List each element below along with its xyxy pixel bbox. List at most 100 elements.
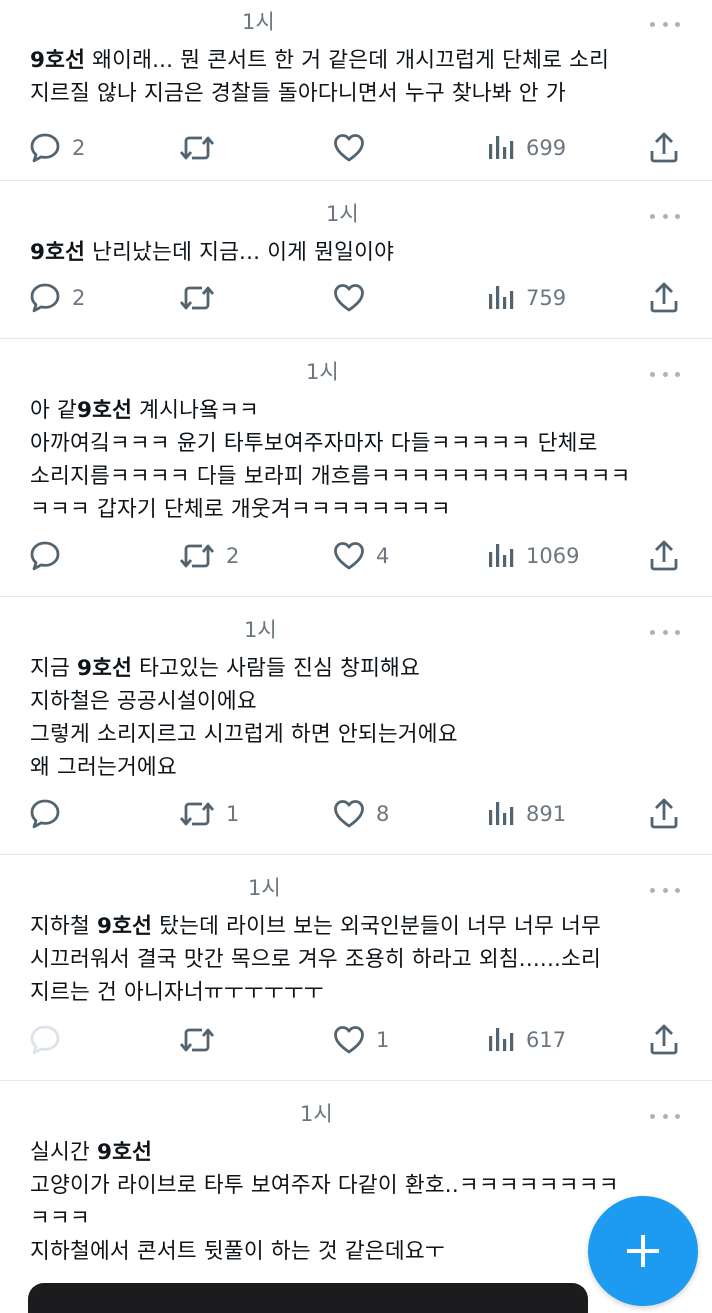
- share-button[interactable]: [648, 794, 680, 834]
- text-segment: 타고있는 사람들 진심 창피해요: [132, 656, 421, 681]
- tweet-text: 실시간 9호선고양이가 라이브로 타투 보여주자 다같이 환호..ㅋㅋㅋㅋㅋㅋㅋ…: [30, 1136, 678, 1268]
- tweet-actions: 2 4 1069: [0, 536, 712, 576]
- reply-icon: [28, 1023, 62, 1057]
- tweet-actions: 1 8 891: [0, 794, 712, 834]
- share-button[interactable]: [648, 1020, 680, 1060]
- text-segment: 왜 그러는거에요: [30, 755, 177, 780]
- like-button[interactable]: [332, 128, 376, 168]
- share-button[interactable]: [648, 536, 680, 576]
- share-icon: [648, 539, 680, 573]
- more-icon[interactable]: [650, 1112, 680, 1120]
- retweet-button[interactable]: [178, 1020, 226, 1060]
- views-button[interactable]: 759: [486, 278, 566, 318]
- tweet-timestamp[interactable]: 1시: [300, 1100, 333, 1128]
- views-button[interactable]: 1069: [486, 536, 579, 576]
- retweet-count: 2: [226, 544, 240, 568]
- text-segment: 지르는 건 아니자너ㅠㅜㅜㅜㅜㅜ: [30, 980, 324, 1005]
- hashtag-keyword[interactable]: 9호선: [30, 48, 85, 73]
- tweet-timestamp[interactable]: 1시: [306, 358, 339, 386]
- reply-button[interactable]: 2: [28, 128, 85, 168]
- views-button[interactable]: 699: [486, 128, 566, 168]
- retweet-button[interactable]: [178, 278, 226, 318]
- retweet-icon: [178, 131, 216, 165]
- tweet-text-line: ㅋㅋㅋ 갑자기 단체로 개웃겨ㅋㅋㅋㅋㅋㅋㅋㅋ: [30, 493, 678, 526]
- hashtag-keyword[interactable]: 9호선: [30, 240, 85, 265]
- text-segment: 지하철에서 콘서트 뒷풀이 하는 것 같은데요ㅜ: [30, 1239, 445, 1264]
- heart-icon: [332, 797, 366, 831]
- tweet-text-line: 시끄러워서 결국 맛간 목으로 겨우 조용히 하라고 외침......소리: [30, 943, 678, 976]
- views-button[interactable]: 891: [486, 794, 566, 834]
- text-segment: 지금: [30, 656, 77, 681]
- text-segment: 지하철은 공공시설이에요: [30, 689, 257, 714]
- hashtag-keyword[interactable]: 9호선: [97, 1140, 152, 1165]
- tweet-text-line: 지르는 건 아니자너ㅠㅜㅜㅜㅜㅜ: [30, 976, 678, 1009]
- tweet-text-line: 실시간 9호선: [30, 1136, 678, 1169]
- retweet-button[interactable]: 1: [178, 794, 239, 834]
- text-segment: 실시간: [30, 1140, 97, 1165]
- more-icon[interactable]: [650, 20, 680, 28]
- tweet-text-line: 지하철은 공공시설이에요: [30, 685, 678, 718]
- retweet-button[interactable]: 2: [178, 536, 239, 576]
- share-button[interactable]: [648, 278, 680, 318]
- hashtag-keyword[interactable]: 9호선: [97, 914, 152, 939]
- retweet-icon: [178, 797, 216, 831]
- hashtag-keyword[interactable]: 9호선: [77, 398, 132, 423]
- retweet-button[interactable]: [178, 128, 226, 168]
- compose-button[interactable]: [588, 1196, 698, 1306]
- like-button[interactable]: 1: [332, 1020, 389, 1060]
- like-count: 1: [376, 1028, 390, 1052]
- tweet-timestamp[interactable]: 1시: [326, 200, 359, 228]
- views-count: 699: [526, 136, 567, 160]
- more-icon[interactable]: [650, 886, 680, 894]
- text-segment: ㅋㅋㅋ: [30, 1206, 90, 1231]
- text-segment: 난리났는데 지금... 이게 뭔일이야: [85, 240, 395, 265]
- tweet-actions: 1 617: [0, 1020, 712, 1060]
- tweet-timestamp[interactable]: 1시: [248, 874, 281, 902]
- text-segment: 왜이래... 뭔 콘서트 한 거 같은데 개시끄럽게 단체로 소리: [85, 48, 610, 73]
- more-icon[interactable]: [650, 370, 680, 378]
- tweet-text-line: 아 같9호선 계시나욬ㅋㅋ: [30, 394, 678, 427]
- text-segment: 탔는데 라이브 보는 외국인분들이 너무 너무 너무: [152, 914, 601, 939]
- heart-icon: [332, 1023, 366, 1057]
- more-icon[interactable]: [650, 212, 680, 220]
- tweet-divider: [0, 596, 712, 597]
- reply-button[interactable]: 2: [28, 278, 85, 318]
- text-segment: 지르질 않나 지금은 경찰들 돌아다니면서 누구 찾나봐 안 가: [30, 81, 566, 106]
- like-button[interactable]: [332, 278, 376, 318]
- reply-button[interactable]: [28, 1020, 72, 1060]
- more-icon[interactable]: [650, 628, 680, 636]
- tweet-text-line: 지르질 않나 지금은 경찰들 돌아다니면서 누구 찾나봐 안 가: [30, 77, 678, 110]
- reply-count: 2: [72, 136, 86, 160]
- like-button[interactable]: 8: [332, 794, 389, 834]
- tweet-timestamp[interactable]: 1시: [242, 8, 275, 36]
- like-count: 8: [376, 802, 390, 826]
- heart-icon: [332, 281, 366, 315]
- share-button[interactable]: [648, 128, 680, 168]
- text-segment: 지하철: [30, 914, 97, 939]
- tweet-text-line: 9호선 왜이래... 뭔 콘서트 한 거 같은데 개시끄럽게 단체로 소리: [30, 44, 678, 77]
- text-segment: 계시나욬ㅋㅋ: [132, 398, 260, 423]
- tweet-actions: 2 759: [0, 278, 712, 318]
- heart-icon: [332, 539, 366, 573]
- reply-icon: [28, 281, 62, 315]
- tweet-text: 9호선 난리났는데 지금... 이게 뭔일이야: [30, 236, 678, 269]
- like-button[interactable]: 4: [332, 536, 389, 576]
- reply-button[interactable]: [28, 794, 72, 834]
- share-icon: [648, 281, 680, 315]
- text-segment: 고양이가 라이브로 타투 보여주자 다같이 환호..ㅋㅋㅋㅋㅋㅋㅋㅋ: [30, 1173, 619, 1198]
- tweet-text: 9호선 왜이래... 뭔 콘서트 한 거 같은데 개시끄럽게 단체로 소리지르질…: [30, 44, 678, 110]
- views-icon: [486, 799, 516, 829]
- media-preview[interactable]: [28, 1283, 588, 1313]
- reply-icon: [28, 131, 62, 165]
- share-icon: [648, 1023, 680, 1057]
- tweet-timestamp[interactable]: 1시: [244, 616, 277, 644]
- tweet-text-line: 지하철 9호선 탔는데 라이브 보는 외국인분들이 너무 너무 너무: [30, 910, 678, 943]
- text-segment: 시끄러워서 결국 맛간 목으로 겨우 조용히 하라고 외침......소리: [30, 947, 601, 972]
- views-button[interactable]: 617: [486, 1020, 566, 1060]
- reply-button[interactable]: [28, 536, 72, 576]
- retweet-icon: [178, 281, 216, 315]
- hashtag-keyword[interactable]: 9호선: [77, 656, 132, 681]
- tweet-text: 아 같9호선 계시나욬ㅋㅋ 아까여깈ㅋㅋㅋ 윤기 타투보여주자마자 다들ㅋㅋㅋㅋㅋ…: [30, 394, 678, 526]
- retweet-icon: [178, 539, 216, 573]
- like-count: 4: [376, 544, 390, 568]
